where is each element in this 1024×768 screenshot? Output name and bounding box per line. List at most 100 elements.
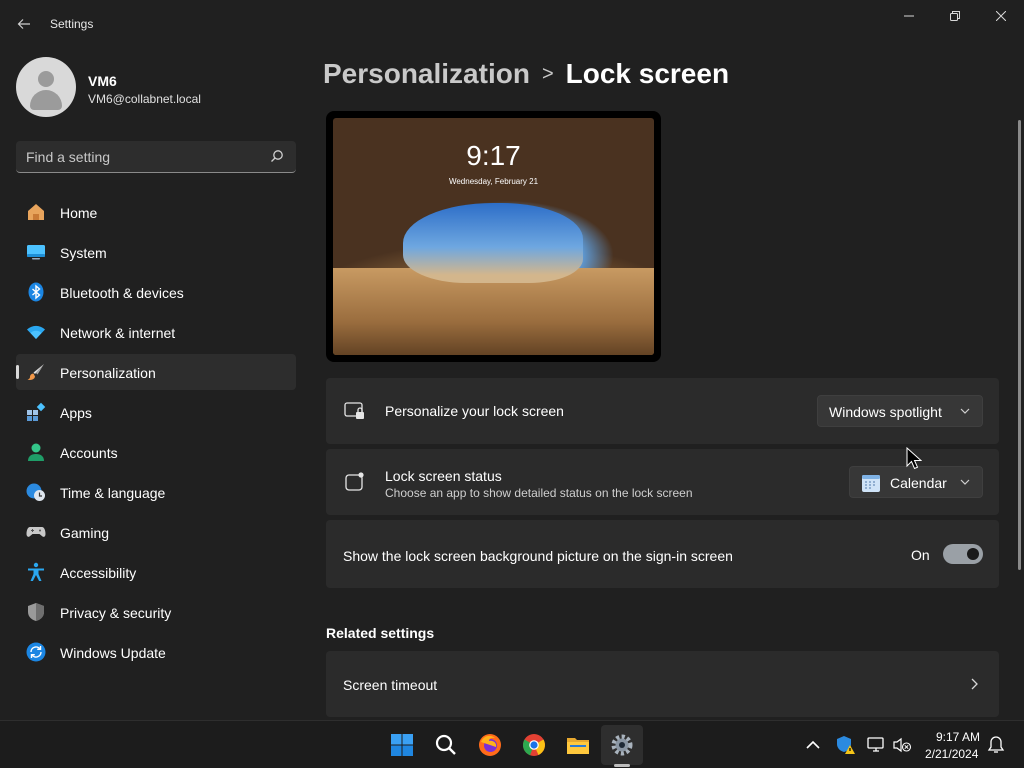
network-icon[interactable] (866, 735, 886, 755)
volume-muted-icon[interactable] (892, 735, 912, 755)
sidebar-item-label: Personalization (60, 365, 156, 381)
sidebar-item-windows-update[interactable]: Windows Update (16, 634, 296, 670)
status-app-icon (345, 472, 364, 491)
sidebar-item-accounts[interactable]: Accounts (16, 434, 296, 470)
sidebar-item-label: Privacy & security (60, 605, 172, 621)
monitor-icon (27, 245, 45, 260)
sidebar-item-accessibility[interactable]: Accessibility (16, 554, 296, 590)
chevron-right-icon (971, 678, 978, 690)
chevron-down-icon (960, 479, 970, 485)
screen-timeout-title: Screen timeout (343, 677, 438, 693)
sidebar-item-home[interactable]: Home (16, 194, 296, 230)
scrollbar[interactable] (1018, 120, 1021, 570)
bluetooth-icon (28, 282, 44, 302)
avatar[interactable] (16, 57, 76, 117)
taskbar: 9:17 AM 2/21/2024 (0, 720, 1024, 768)
sidebar-item-apps[interactable]: Apps (16, 394, 296, 430)
search-icon[interactable] (434, 733, 458, 757)
sidebar-item-label: Home (60, 205, 98, 221)
sidebar-nav: Home System Bluetooth & devices Network … (16, 194, 296, 674)
close-button[interactable] (978, 0, 1024, 32)
person-icon (28, 443, 44, 461)
toggle-knob (967, 548, 979, 560)
avatar-body (30, 90, 62, 110)
sidebar-item-label: Bluetooth & devices (60, 285, 184, 301)
personalize-title: Personalize your lock screen (385, 403, 564, 419)
user-name: VM6 (88, 73, 117, 89)
related-settings-heading: Related settings (326, 625, 435, 641)
sidebar-item-bluetooth[interactable]: Bluetooth & devices (16, 274, 296, 310)
settings-gear-icon[interactable] (610, 733, 634, 757)
signin-background-toggle[interactable] (943, 544, 983, 564)
shield-icon (28, 603, 44, 621)
avatar-head (38, 71, 54, 87)
chrome-icon[interactable] (522, 733, 546, 757)
sync-icon (26, 642, 46, 662)
screen-timeout-row[interactable]: Screen timeout (326, 651, 999, 717)
globe-clock-icon (26, 483, 45, 501)
clock-date[interactable]: 2/21/2024 (925, 747, 978, 761)
sidebar-item-label: Windows Update (60, 645, 166, 661)
wifi-icon (27, 325, 45, 339)
signin-background-title: Show the lock screen background picture … (343, 548, 733, 564)
arrow-left-icon (17, 19, 30, 29)
personalize-lock-screen-row: Personalize your lock screen Windows spo… (326, 378, 999, 444)
sidebar-item-network[interactable]: Network & internet (16, 314, 296, 350)
page-title: Lock screen (565, 58, 730, 89)
gamepad-icon (26, 527, 46, 537)
preview-date: Wednesday, February 21 (448, 177, 539, 186)
sidebar-item-label: Accounts (60, 445, 118, 461)
sidebar-item-gaming[interactable]: Gaming (16, 514, 296, 550)
firefox-icon[interactable] (478, 733, 502, 757)
status-title: Lock screen status (385, 468, 502, 484)
user-email: VM6@collabnet.local (88, 92, 201, 106)
status-subtitle: Choose an app to show detailed status on… (385, 486, 693, 500)
restore-icon (950, 11, 960, 21)
personalize-dropdown-value: Windows spotlight (829, 404, 942, 420)
windows-start-icon[interactable] (390, 733, 414, 757)
defender-warning-icon[interactable] (836, 735, 856, 755)
chevron-up-icon[interactable] (803, 735, 823, 755)
maximize-button[interactable] (932, 0, 978, 32)
file-explorer-icon[interactable] (566, 733, 590, 757)
toggle-state-label: On (911, 547, 930, 563)
sidebar-item-label: Apps (60, 405, 92, 421)
clock-time[interactable]: 9:17 AM (936, 730, 980, 744)
search-icon[interactable] (270, 149, 284, 163)
lock-screen-status-row: Lock screen status Choose an app to show… (326, 449, 999, 515)
calendar-icon (862, 475, 880, 492)
minimize-icon (904, 15, 914, 17)
sidebar-item-time-language[interactable]: Time & language (16, 474, 296, 510)
sidebar-item-label: Network & internet (60, 325, 176, 341)
sidebar-item-personalization[interactable]: Personalization (16, 354, 296, 390)
sidebar-item-label: Time & language (60, 485, 166, 501)
preview-sky (403, 203, 583, 283)
personalize-dropdown[interactable]: Windows spotlight (817, 395, 983, 427)
status-dropdown-value: Calendar (890, 475, 947, 491)
mouse-cursor-icon (906, 447, 922, 470)
home-icon (28, 204, 44, 220)
sidebar-item-label: Gaming (60, 525, 110, 541)
search-box (16, 141, 296, 173)
sidebar-item-label: System (60, 245, 107, 261)
breadcrumb: Personalization > Lock screen (323, 58, 729, 90)
title-bar: Settings (0, 0, 1024, 48)
search-input[interactable] (26, 141, 266, 172)
apps-icon (27, 402, 46, 421)
breadcrumb-parent[interactable]: Personalization (323, 58, 530, 89)
window-title: Settings (50, 17, 94, 31)
paintbrush-icon (27, 364, 44, 380)
minimize-button[interactable] (886, 0, 932, 32)
sidebar-item-system[interactable]: System (16, 234, 296, 270)
chevron-down-icon (960, 408, 970, 414)
sidebar-item-privacy[interactable]: Privacy & security (16, 594, 296, 630)
sidebar-item-label: Accessibility (60, 565, 137, 581)
preview-time: 9:17 (466, 140, 521, 171)
back-button[interactable] (12, 10, 36, 38)
taskbar-active-indicator (614, 764, 630, 767)
accessibility-icon (28, 562, 44, 581)
notification-bell-icon[interactable] (986, 735, 1006, 755)
breadcrumb-separator: > (541, 63, 554, 85)
close-icon (995, 10, 1007, 22)
signin-background-row: Show the lock screen background picture … (326, 520, 999, 588)
